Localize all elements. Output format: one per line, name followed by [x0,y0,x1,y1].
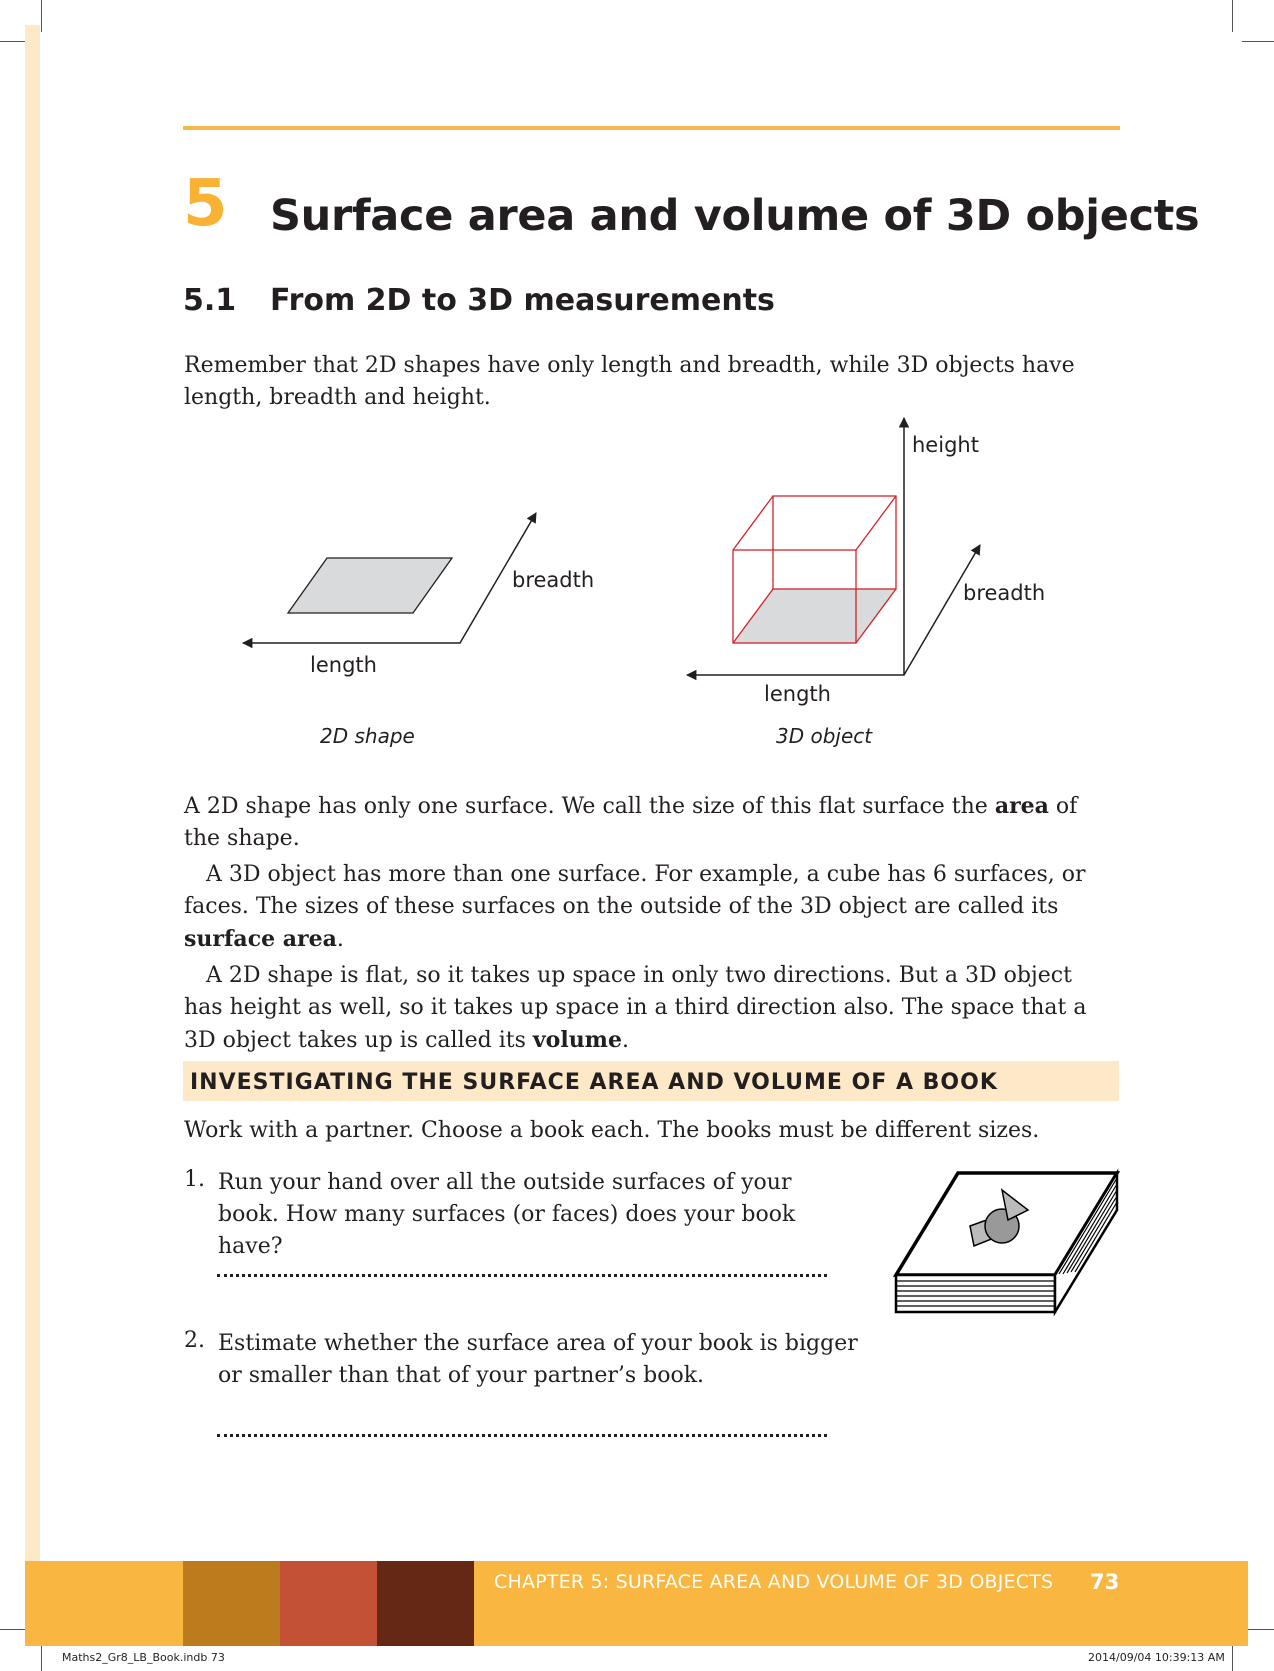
question-text: Run your hand over all the outside surfa… [218,1170,796,1259]
question-number: 1. [184,1167,205,1192]
investigation-instruction: Work with a partner. Choose a book each.… [184,1118,1040,1143]
answer-line[interactable] [217,1274,827,1277]
dimension-diagram [241,416,981,681]
answer-line[interactable] [217,1434,827,1437]
slug-timestamp: 2014/09/04 10:39:13 AM [1088,1651,1225,1664]
body-text: A 2D shape has only one surface. We call… [184,790,1114,1057]
question-number: 2. [184,1328,205,1353]
3d-breadth-label: breadth [963,581,1046,605]
footer-chapter-label: CHAPTER 5: SURFACE AREA AND VOLUME OF 3D… [494,1571,1054,1593]
footer-swatch [377,1561,474,1646]
3d-length-label: length [764,682,831,706]
2d-length-label: length [310,653,377,677]
cube-base-face [733,589,896,643]
2d-caption: 2D shape [320,724,415,748]
paragraph-surface-area: A 3D object has more than one surface. F… [184,862,1086,952]
question-text: Estimate whether the surface area of you… [218,1331,858,1388]
page-number: 73 [1090,1570,1120,1594]
footer-swatch [183,1561,280,1646]
paragraph-volume: A 2D shape is flat, so it takes up space… [184,963,1087,1053]
paragraph-area: A 2D shape has only one surface. We call… [184,793,1078,851]
2d-breadth-label: breadth [512,568,595,592]
3d-caption: 3D object [776,724,873,748]
investigation-title: INVESTIGATING THE SURFACE AREA AND VOLUM… [190,1070,998,1095]
book-illustration [892,1168,1121,1317]
footer-swatch [280,1561,377,1646]
3d-height-label: height [912,433,979,457]
2d-shape-face [286,557,454,614]
slug-file: Maths2_Gr8_LB_Book.indb 73 [62,1651,225,1664]
